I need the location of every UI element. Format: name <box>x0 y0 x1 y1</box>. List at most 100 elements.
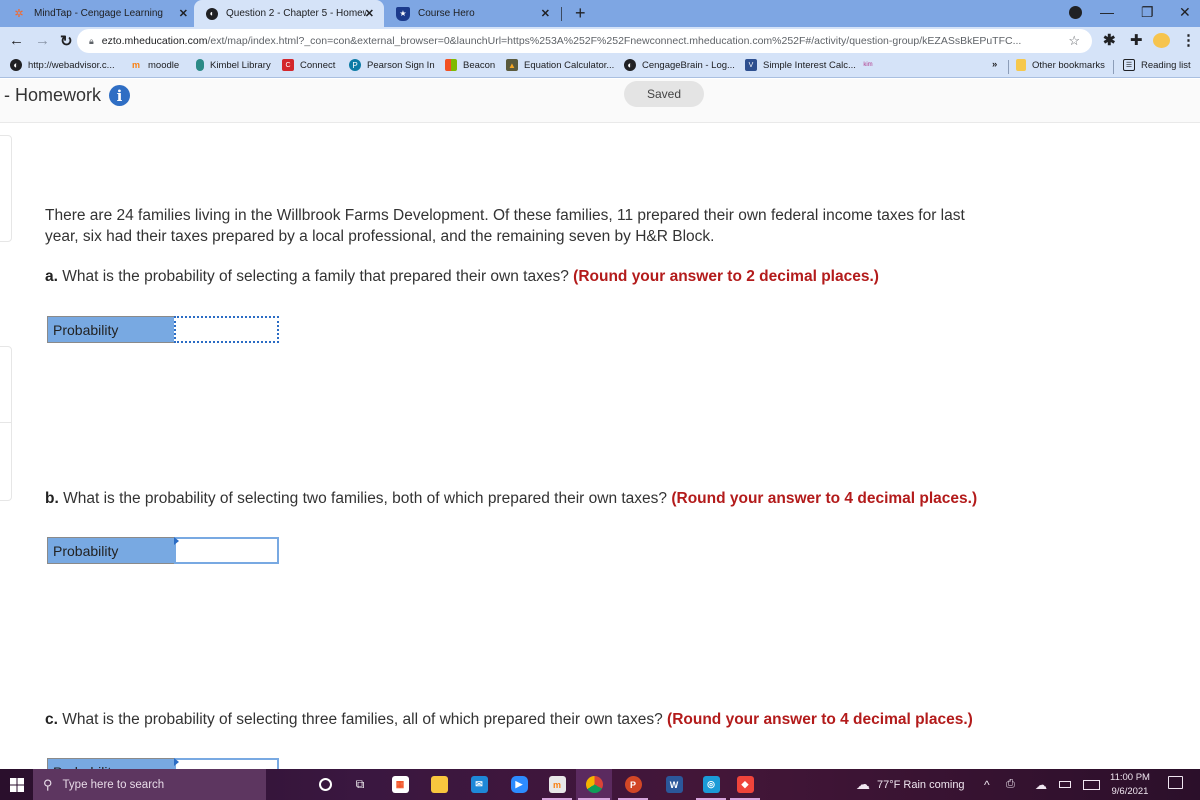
question-part-b: b. What is the probability of selecting … <box>45 490 978 507</box>
bookmark-beacon[interactable]: Beacon <box>445 59 495 71</box>
windows-taskbar: ⚲ Type here to search ⧉ ▦ ✉ ▶ m P W ◎ ◆ … <box>0 769 1200 800</box>
question-stem: There are 24 families living in the Will… <box>45 207 965 245</box>
mindtap-icon: ✲ <box>14 8 24 20</box>
close-tab-icon[interactable]: ✕ <box>365 7 374 20</box>
moodle-icon: m <box>131 60 140 70</box>
globe-icon: ◐ <box>206 7 218 20</box>
keyboard-icon[interactable] <box>1083 769 1100 800</box>
windows-grid-icon <box>445 59 457 71</box>
bookmark-star-icon[interactable]: ☆ <box>1068 33 1080 49</box>
more-bookmarks-button[interactable]: » <box>992 59 997 70</box>
other-bookmarks-folder[interactable]: Other bookmarks <box>1016 59 1105 71</box>
extensions-puzzle-icon[interactable]: ✚ <box>1130 31 1143 49</box>
rounding-hint: (Round your answer to 4 decimal places.) <box>667 711 973 728</box>
profile-menu-icon[interactable] <box>1069 6 1082 19</box>
kim-icon: kim <box>863 62 873 68</box>
bookmark-simple-interest[interactable]: V Simple Interest Calc... <box>745 59 856 71</box>
system-clock[interactable]: 11:00 PM 9/6/2021 <box>1110 771 1150 799</box>
windows-logo-icon <box>9 777 24 792</box>
tab-separator <box>561 7 562 21</box>
close-tab-icon[interactable]: ✕ <box>541 7 550 20</box>
tab-question[interactable]: ◐ Question 2 - Chapter 5 - Homew ✕ <box>194 0 384 27</box>
notification-center-icon[interactable] <box>1168 776 1183 789</box>
browser-menu-icon[interactable]: ⋮ <box>1181 31 1196 49</box>
address-bar[interactable]: 🔒︎ ezto.mheducation.com/ext/map/index.ht… <box>77 29 1092 53</box>
weather-widget[interactable]: ☁︎ 77°F Rain coming <box>856 769 965 800</box>
extension-asterisk-icon[interactable]: ✱ <box>1103 31 1116 49</box>
left-rail-panel[interactable] <box>0 346 12 501</box>
probability-input-a[interactable] <box>174 316 279 343</box>
taskbar-search-box[interactable]: ⚲ Type here to search <box>33 769 266 800</box>
bookmark-moodle[interactable]: m moodle <box>130 59 179 71</box>
rail-divider <box>0 422 12 423</box>
powerpoint-icon: P <box>624 776 642 793</box>
minimize-button[interactable]: — <box>1100 4 1114 20</box>
search-icon: ⚲ <box>43 776 53 792</box>
new-tab-button[interactable]: + <box>575 3 586 24</box>
probability-input-b[interactable] <box>174 537 279 564</box>
close-tab-icon[interactable]: ✕ <box>179 7 188 20</box>
taskbar-app-anydesk[interactable]: ◆ <box>728 769 762 800</box>
moodle-icon: m <box>548 776 566 793</box>
back-arrow-icon[interactable]: ← <box>9 32 24 49</box>
browser-tab-strip: ✲ MindTap - Cengage Learning ✕ ◐ Questio… <box>0 0 1200 27</box>
answer-label: Probability <box>47 537 174 564</box>
task-view-icon: ⧉ <box>355 777 365 791</box>
left-rail-panel[interactable] <box>0 135 12 242</box>
saved-status-badge: Saved <box>624 81 704 107</box>
lock-icon: 🔒︎ <box>89 35 94 46</box>
reading-list-icon: ☰ <box>1123 59 1135 71</box>
show-hidden-icons-button[interactable]: ^ <box>984 769 990 800</box>
globe-icon: ◐ <box>624 59 636 71</box>
browser-toolbar: ← → ↻ 🔒︎ ezto.mheducation.com/ext/map/in… <box>0 27 1200 55</box>
question-part-a: a. What is the probability of selecting … <box>45 268 879 285</box>
library-icon <box>196 59 204 71</box>
taskbar-app-file-explorer[interactable] <box>422 769 456 800</box>
taskbar-app-mail[interactable]: ✉ <box>462 769 496 800</box>
reload-icon[interactable]: ↻ <box>60 32 73 50</box>
globe-icon: ◐ <box>10 59 22 71</box>
bookmark-kim[interactable]: kim <box>862 59 880 71</box>
info-icon[interactable]: i <box>109 85 131 106</box>
tab-label: MindTap - Cengage Learning <box>34 8 163 19</box>
bookmark-webadvisor[interactable]: ◐ http://webadvisor.c... <box>10 59 115 71</box>
battery-icon[interactable] <box>1059 769 1071 800</box>
bookmark-kimbel-library[interactable]: Kimbel Library <box>196 59 271 71</box>
connect-icon: C <box>282 59 294 71</box>
answer-row-b: Probability <box>47 537 279 564</box>
coursehero-shield-icon: ★ <box>396 6 410 21</box>
reading-list-button[interactable]: ☰ Reading list <box>1123 59 1191 71</box>
taskbar-app-store[interactable]: ▦ <box>383 769 417 800</box>
pearson-icon: P <box>349 59 361 71</box>
bookmark-cengagebrain[interactable]: ◐ CengageBrain - Log... <box>624 59 735 71</box>
bookmark-connect[interactable]: C Connect <box>282 59 335 71</box>
start-button[interactable] <box>0 769 33 800</box>
question-part-c: c. What is the probability of selecting … <box>45 711 973 728</box>
tab-coursehero[interactable]: ★ Course Hero ✕ <box>384 0 560 27</box>
probability-field-b <box>174 537 279 564</box>
bookmark-pearson[interactable]: P Pearson Sign In <box>349 59 435 71</box>
tab-label: Course Hero <box>418 8 475 19</box>
url-text: ezto.mheducation.com/ext/map/index.html?… <box>101 35 1022 47</box>
taskbar-app-zoom[interactable]: ▶ <box>502 769 536 800</box>
profile-avatar-icon[interactable] <box>1153 33 1170 48</box>
rounding-hint: (Round your answer to 4 decimal places.) <box>671 490 978 507</box>
meet-now-icon[interactable]: ⎙ <box>1006 769 1015 800</box>
taskbar-app-sticky[interactable]: ◎ <box>694 769 728 800</box>
cortana-button[interactable] <box>308 769 342 800</box>
forward-arrow-icon[interactable]: → <box>35 32 50 49</box>
taskbar-app-word[interactable]: W <box>657 769 691 800</box>
task-view-button[interactable]: ⧉ <box>343 769 377 800</box>
tab-mindtap[interactable]: ✲ MindTap - Cengage Learning ✕ <box>0 0 198 27</box>
taskbar-app-chrome[interactable] <box>576 769 612 800</box>
bookmark-separator <box>1008 60 1009 74</box>
taskbar-app-powerpoint[interactable]: P <box>616 769 650 800</box>
calc-site-icon: V <box>745 59 757 71</box>
calculator-icon: ▲ <box>506 59 518 71</box>
onedrive-cloud-icon[interactable]: ☁︎ <box>1035 769 1047 800</box>
mail-icon: ✉ <box>470 776 488 793</box>
bookmark-equation-calculator[interactable]: ▲ Equation Calculator... <box>506 59 614 71</box>
restore-button[interactable]: ❐ <box>1141 4 1154 21</box>
taskbar-app-moodle[interactable]: m <box>540 769 574 800</box>
close-window-button[interactable]: ✕ <box>1179 4 1191 21</box>
